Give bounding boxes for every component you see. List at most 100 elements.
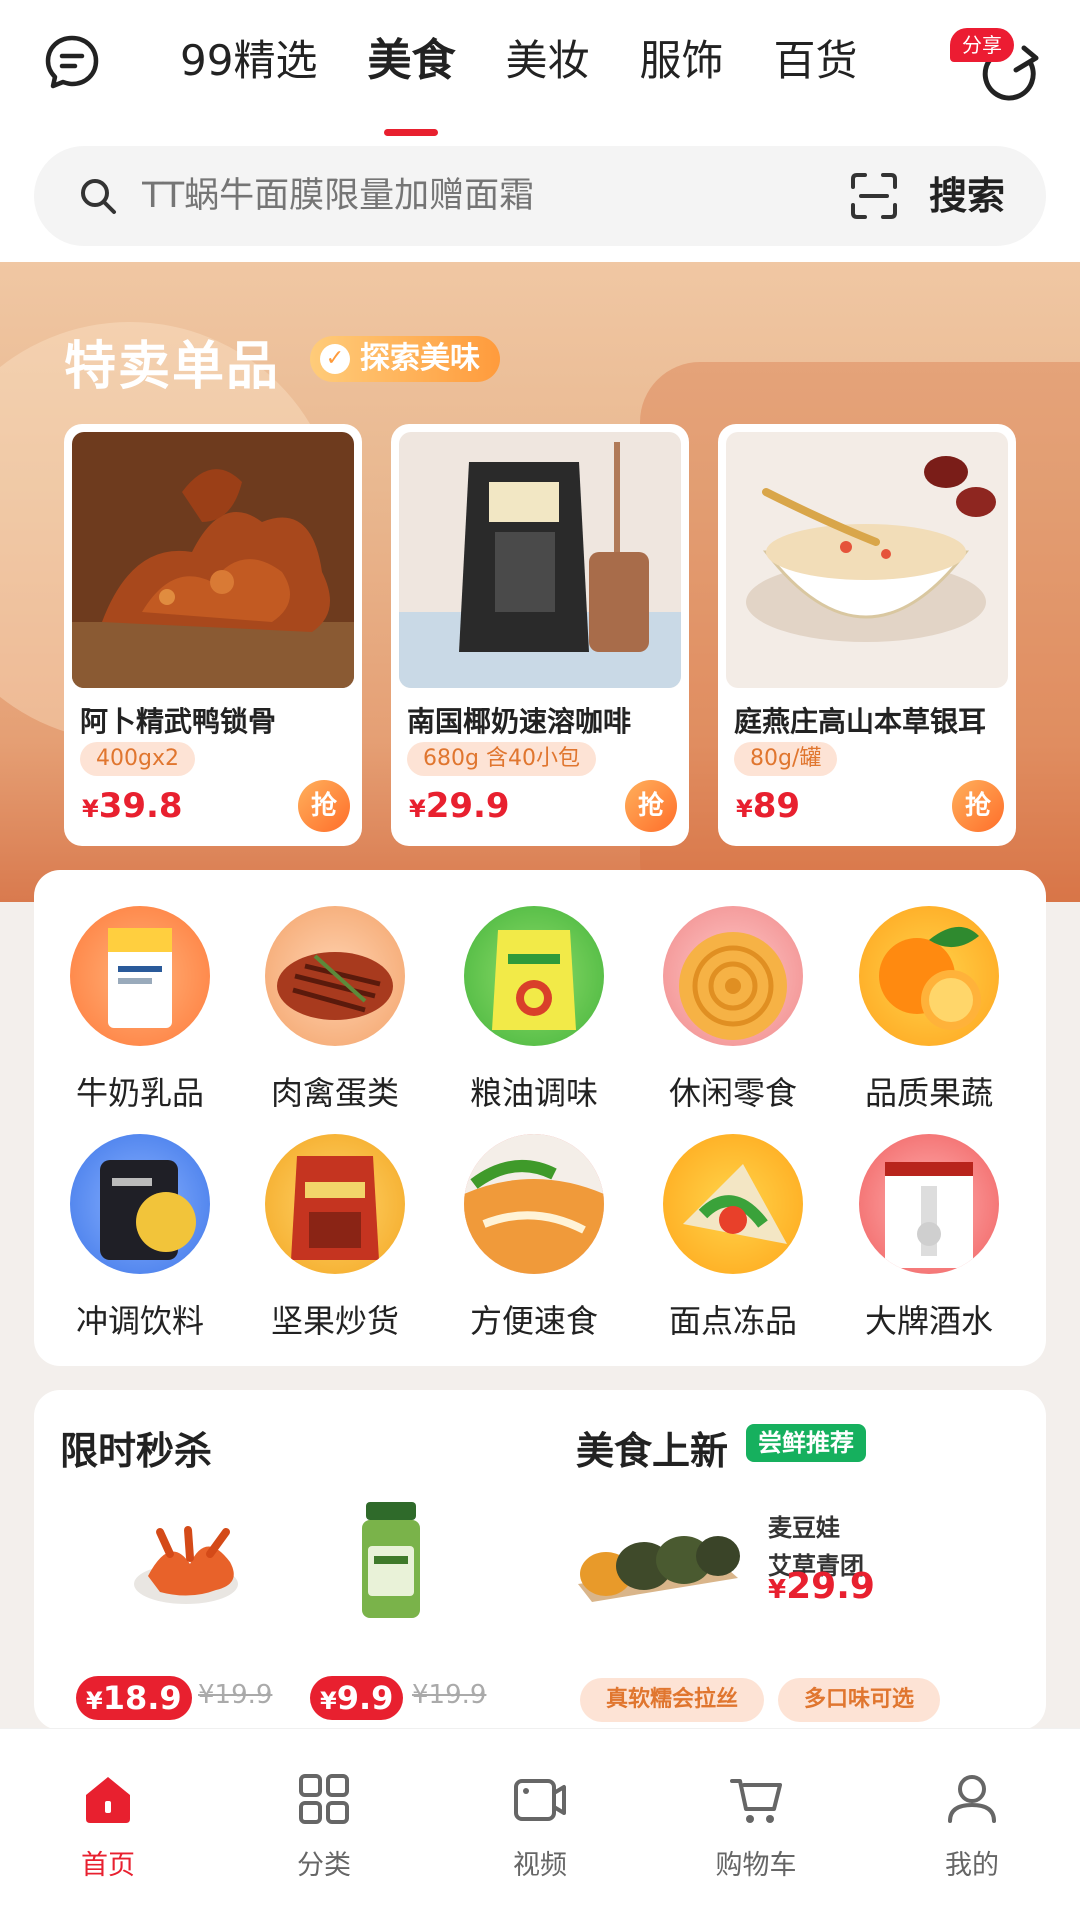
category-meat-eggs[interactable]: 肉禽蛋类 [245,906,425,1114]
user-icon [948,1775,996,1823]
tab-profile[interactable]: 我的 [902,1771,1042,1882]
grab-button[interactable]: 抢 [298,780,350,832]
grab-button[interactable]: 抢 [625,780,677,832]
price-value: 29.9 [786,1566,875,1607]
price-value: 9.9 [336,1679,394,1717]
search-bar[interactable]: 搜索 [34,146,1046,246]
product-price: ¥29.9 [768,1566,875,1607]
explore-tag[interactable]: ✓ 探索美味 [310,336,500,382]
product-name: 阿卜精武鸭锁骨 [80,705,277,738]
liquor-box-icon [859,1134,999,1274]
category-snacks[interactable]: 休闲零食 [643,906,823,1114]
currency-symbol: ¥ [82,795,99,823]
category-drinks[interactable]: 冲调饮料 [50,1134,230,1342]
original-price: ¥19.9 [198,1680,273,1710]
category-tabs: 99精选 美食 美妆 服饰 百货 [180,26,908,136]
nut-bag-icon [265,1134,405,1274]
chicken-feet-image[interactable] [130,1514,250,1614]
share-button[interactable]: 分享 [950,28,1060,108]
product-card[interactable]: 阿卜精武鸭锁骨 400gx2 ¥39.8 抢 [64,424,362,846]
currency-symbol: ¥ [86,1687,103,1715]
category-liquor[interactable]: 大牌酒水 [839,1134,1019,1342]
search-icon [81,179,116,214]
tab-home[interactable]: 首页 [38,1771,178,1882]
tab-general-goods[interactable]: 百货 [773,26,857,96]
tab-label: 99精选 [180,36,318,85]
tab-label: 美妆 [505,36,590,85]
search-button[interactable]: 搜索 [929,146,1005,246]
tab-video[interactable]: 视频 [470,1771,610,1882]
qingtuan-image[interactable] [572,1514,742,1614]
grab-button[interactable]: 抢 [952,780,1004,832]
explore-tag-label: 探索美味 [360,341,480,376]
category-label: 面点冻品 [668,1302,797,1340]
price-value: 39.8 [98,786,183,826]
coffee-pack-image [399,432,681,688]
category-grain-oil[interactable]: 粮油调味 [444,906,624,1114]
section-title: 特卖单品 [64,337,281,397]
grid-icon [299,1774,349,1824]
product-card[interactable]: 南国椰奶速溶咖啡 680g 含40小包 ¥29.9 抢 [391,424,689,846]
original-price: ¥19.9 [412,1680,487,1710]
tab-beauty[interactable]: 美妆 [505,26,589,96]
category-fruits-vegetables[interactable]: 品质果蔬 [839,906,1019,1114]
category-milk-dairy[interactable]: 牛奶乳品 [50,906,230,1114]
feature-tag: 真软糯会拉丝 [580,1678,765,1722]
flash-sale-title[interactable]: 限时秒杀 [60,1420,212,1475]
top-header: 99精选 美食 美妆 服饰 百货 分享 搜索 [0,0,1080,262]
rice-bag-icon [464,906,604,1046]
tab-cart[interactable]: 购物车 [686,1771,826,1882]
cart-icon [730,1779,782,1823]
tab-label: 我的 [945,1850,999,1881]
sandwich-icon [663,1134,803,1274]
category-frozen-food[interactable]: 面点冻品 [643,1134,823,1342]
product-name: 南国椰奶速溶咖啡 [407,705,632,738]
tab-99-selected[interactable]: 99精选 [180,26,317,96]
noodle-bowl-icon [464,1134,604,1274]
tab-categories[interactable]: 分类 [254,1771,394,1882]
category-label: 休闲零食 [668,1074,797,1112]
flash-price: ¥9.9 [310,1676,404,1720]
product-price: ¥39.8 [82,786,183,826]
product-spec: 80g/罐 [734,742,838,776]
category-grid: 牛奶乳品 肉禽蛋类 粮油调味 休闲零食 品质果蔬 冲调饮料 坚果炒货 方便速食 … [34,870,1046,1366]
new-food-title[interactable]: 美食上新 [576,1420,728,1475]
home-icon [86,1777,130,1823]
scan-icon[interactable] [849,171,899,221]
milk-carton-icon [70,906,210,1046]
currency-symbol: ¥ [320,1687,337,1715]
sauce-jar-image[interactable] [356,1502,426,1622]
category-instant-food[interactable]: 方便速食 [444,1134,624,1342]
promo-section: 限时秒杀 ¥18.9 ¥19.9 ¥9.9 ¥19.9 美食上新 尝鲜推荐 麦豆… [34,1390,1046,1730]
search-input[interactable] [142,146,702,246]
category-nuts[interactable]: 坚果炒货 [245,1134,425,1342]
orange-fruit-icon [859,906,999,1046]
category-label: 冲调饮料 [75,1302,204,1340]
tab-label: 分类 [297,1850,351,1881]
product-name: 庭燕庄高山本草银耳 [734,705,987,738]
currency-symbol: ¥ [736,795,753,823]
category-label: 肉禽蛋类 [270,1074,399,1112]
price-value: 29.9 [425,786,510,826]
share-badge: 分享 [950,28,1014,62]
tab-clothing[interactable]: 服饰 [639,26,723,96]
product-spec: 400gx2 [80,742,195,776]
flash-price: ¥18.9 [76,1676,192,1720]
tab-label: 服饰 [639,36,724,85]
fresh-recommend-tag: 尝鲜推荐 [746,1424,866,1462]
category-label: 粮油调味 [469,1074,598,1112]
currency-symbol: ¥ [768,1575,787,1605]
category-label: 方便速食 [469,1302,598,1340]
bottom-tab-bar: 首页 分类 视频 购物车 我的 [0,1728,1080,1912]
product-card[interactable]: 庭燕庄高山本草银耳 80g/罐 ¥89 抢 [718,424,1016,846]
category-label: 大牌酒水 [864,1302,993,1340]
special-sale-section: 特卖单品 ✓ 探索美味 阿卜精武鸭锁骨 400gx2 ¥39.8 抢 南国椰奶速… [0,262,1080,902]
product-price: ¥29.9 [409,786,510,826]
tab-label: 购物车 [715,1850,797,1881]
message-icon[interactable] [44,34,100,90]
check-icon: ✓ [320,344,350,374]
price-value: 89 [752,786,801,826]
tab-food[interactable]: 美食 [367,26,455,136]
feature-tag: 多口味可选 [778,1678,941,1722]
category-label: 牛奶乳品 [75,1074,204,1112]
